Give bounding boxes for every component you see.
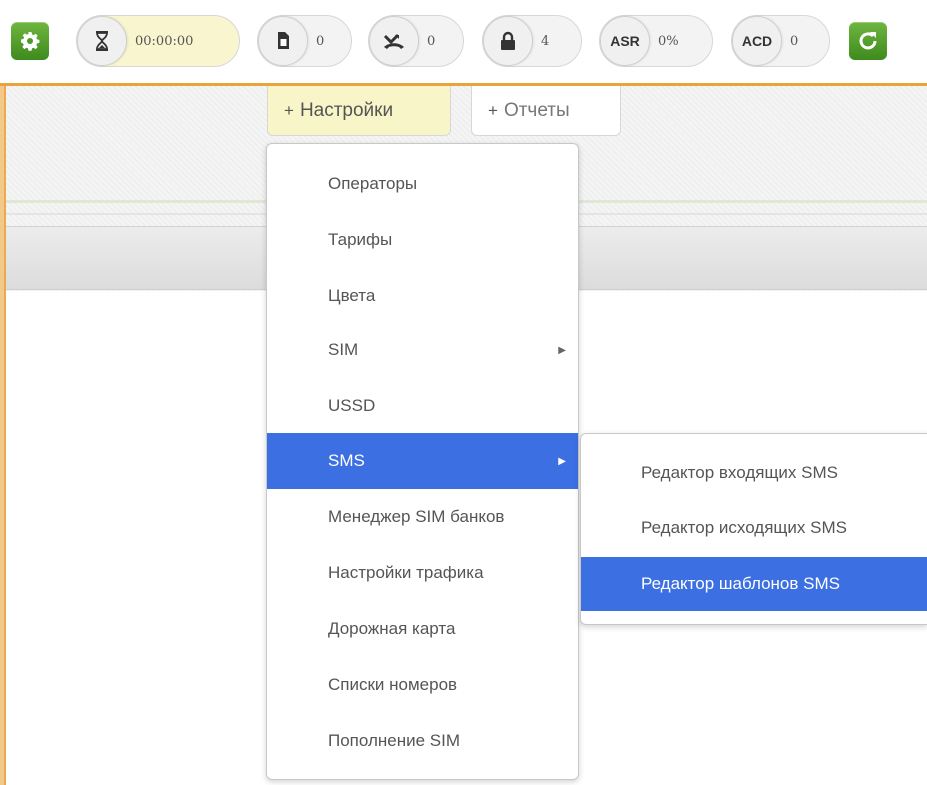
tab-reports[interactable]: + Отчеты bbox=[471, 86, 621, 136]
lock-button[interactable] bbox=[483, 16, 533, 66]
menu-item-label: SIM bbox=[328, 340, 359, 359]
menu-item-label: Списки номеров bbox=[328, 675, 458, 694]
submenu-item-label: Редактор шаблонов SMS bbox=[641, 574, 840, 593]
calls-counter-widget: 0 bbox=[368, 15, 464, 67]
menu-item-tariffs[interactable]: Тарифы bbox=[267, 212, 578, 268]
menu-item-label: Операторы bbox=[328, 174, 418, 193]
submenu-item-incoming-sms-editor[interactable]: Редактор входящих SMS bbox=[581, 446, 927, 500]
tab-settings-label: Настройки bbox=[299, 99, 394, 121]
menu-item-roadmap[interactable]: Дорожная карта bbox=[267, 601, 578, 657]
sim-card-icon bbox=[278, 32, 289, 49]
acd-label: ACD bbox=[741, 33, 773, 49]
submenu-item-label: Редактор исходящих SMS bbox=[641, 518, 847, 537]
asr-widget: ASR 0% bbox=[599, 15, 713, 67]
hourglass-icon bbox=[96, 31, 108, 51]
asr-value: 0% bbox=[658, 33, 679, 49]
tab-reports-label: Отчеты bbox=[503, 99, 570, 121]
submenu-arrow-icon: ▶ bbox=[558, 344, 566, 356]
settings-dropdown-menu: Операторы Тарифы Цвета SIM ▶ USSD SMS ▶ … bbox=[266, 143, 579, 780]
timer-widget: 00:00:00 bbox=[76, 15, 240, 67]
refresh-button[interactable] bbox=[849, 22, 887, 60]
menu-item-number-lists[interactable]: Списки номеров bbox=[267, 657, 578, 713]
settings-button[interactable] bbox=[11, 22, 49, 60]
tab-settings[interactable]: + Настройки bbox=[267, 86, 451, 136]
left-border bbox=[0, 86, 6, 785]
menu-item-traffic-settings[interactable]: Настройки трафика bbox=[267, 545, 578, 601]
menu-item-sms[interactable]: SMS ▶ bbox=[267, 433, 578, 489]
submenu-item-outgoing-sms-editor[interactable]: Редактор исходящих SMS bbox=[581, 501, 927, 555]
sim-counter-widget: 0 bbox=[257, 15, 352, 67]
plus-icon: + bbox=[284, 100, 294, 120]
asr-button[interactable]: ASR bbox=[600, 16, 650, 66]
gear-icon bbox=[21, 32, 40, 51]
calls-count: 0 bbox=[427, 33, 436, 49]
submenu-arrow-icon: ▶ bbox=[558, 455, 566, 467]
calls-button[interactable] bbox=[369, 16, 419, 66]
locked-count: 4 bbox=[541, 33, 550, 49]
timer-value: 00:00:00 bbox=[135, 33, 194, 49]
missed-call-icon bbox=[383, 33, 404, 49]
menu-item-sim-topup[interactable]: Пополнение SIM bbox=[267, 713, 578, 769]
menu-item-label: Пополнение SIM bbox=[328, 731, 461, 750]
sim-button[interactable] bbox=[258, 16, 308, 66]
sms-submenu: Редактор входящих SMS Редактор исходящих… bbox=[580, 433, 927, 625]
asr-label: ASR bbox=[610, 33, 640, 49]
hourglass-button[interactable] bbox=[77, 16, 127, 66]
menu-item-sim-bank-manager[interactable]: Менеджер SIM банков bbox=[267, 489, 578, 545]
lock-icon bbox=[501, 31, 515, 50]
acd-widget: ACD 0 bbox=[731, 15, 830, 67]
menu-item-ussd[interactable]: USSD bbox=[267, 378, 578, 434]
menu-item-colors[interactable]: Цвета bbox=[267, 268, 578, 324]
submenu-item-sms-template-editor[interactable]: Редактор шаблонов SMS bbox=[581, 557, 927, 611]
menu-item-label: Дорожная карта bbox=[328, 619, 456, 638]
menu-item-label: Настройки трафика bbox=[328, 563, 484, 582]
menu-item-label: Цвета bbox=[328, 286, 376, 305]
top-toolbar: 00:00:00 0 0 4 ASR 0% ACD 0 bbox=[0, 0, 927, 86]
menu-item-label: USSD bbox=[328, 396, 376, 415]
refresh-icon bbox=[859, 32, 877, 50]
menu-item-label: Тарифы bbox=[328, 230, 393, 249]
acd-button[interactable]: ACD bbox=[732, 16, 782, 66]
acd-value: 0 bbox=[790, 33, 799, 49]
menu-item-label: SMS bbox=[328, 451, 365, 470]
sim-count: 0 bbox=[316, 33, 325, 49]
menu-item-sim[interactable]: SIM ▶ bbox=[267, 322, 578, 378]
menu-item-operators[interactable]: Операторы bbox=[267, 156, 578, 212]
submenu-item-label: Редактор входящих SMS bbox=[641, 463, 838, 482]
plus-icon: + bbox=[488, 100, 498, 120]
menu-item-label: Менеджер SIM банков bbox=[328, 507, 505, 526]
locked-counter-widget: 4 bbox=[482, 15, 582, 67]
